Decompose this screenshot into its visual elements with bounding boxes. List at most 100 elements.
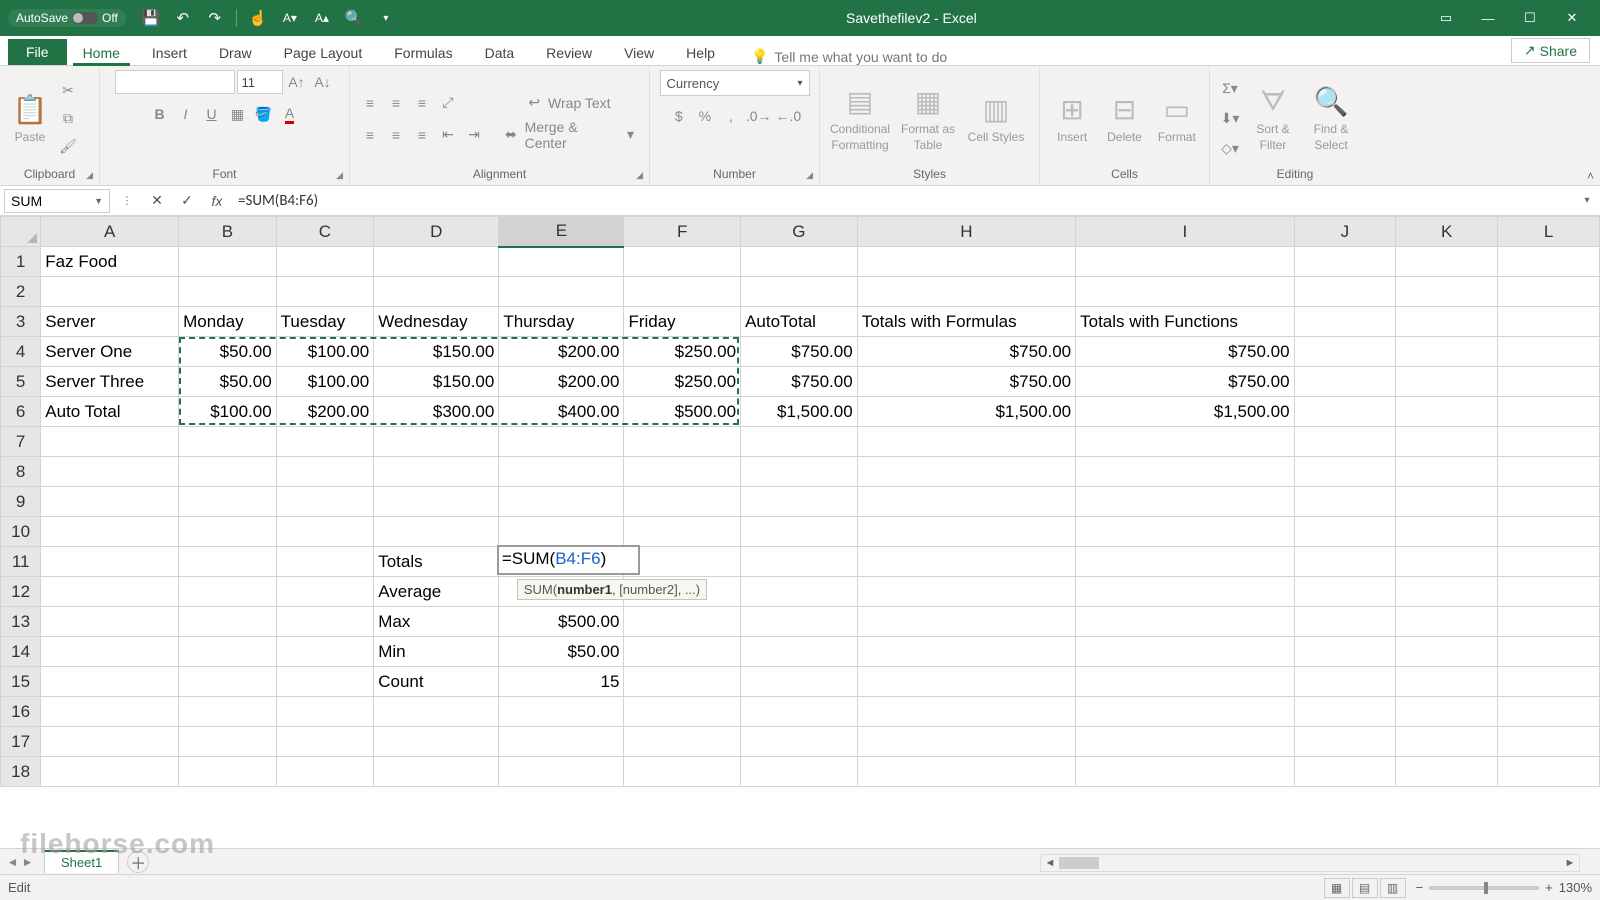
cell-J7[interactable] — [1294, 427, 1396, 457]
cell-H6[interactable]: $1,500.00 — [857, 397, 1075, 427]
cell-K16[interactable] — [1396, 697, 1498, 727]
cell-A6[interactable]: Auto Total — [41, 397, 179, 427]
row-header-12[interactable]: 12 — [1, 577, 41, 607]
column-header-K[interactable]: K — [1396, 217, 1498, 247]
italic-button[interactable]: I — [174, 102, 198, 126]
cell-C17[interactable] — [276, 727, 374, 757]
cell-I14[interactable] — [1076, 637, 1294, 667]
cell-C1[interactable] — [276, 247, 374, 277]
cell-C8[interactable] — [276, 457, 374, 487]
cell-H15[interactable] — [857, 667, 1075, 697]
cell-F2[interactable] — [624, 277, 741, 307]
qat-customize-icon[interactable]: ▾ — [375, 7, 397, 29]
cell-E16[interactable] — [499, 697, 624, 727]
cell-L4[interactable] — [1498, 337, 1600, 367]
cell-F13[interactable] — [624, 607, 741, 637]
clear-icon[interactable]: ◇▾ — [1218, 137, 1242, 161]
cell-E5[interactable]: $200.00 — [499, 367, 624, 397]
cell-H1[interactable] — [857, 247, 1075, 277]
row-header-7[interactable]: 7 — [1, 427, 41, 457]
tab-draw[interactable]: Draw — [203, 40, 268, 65]
cell-B17[interactable] — [179, 727, 277, 757]
cell-I1[interactable] — [1076, 247, 1294, 277]
align-left-icon[interactable]: ≡ — [358, 123, 382, 147]
enter-formula-icon[interactable]: ✓ — [174, 189, 200, 213]
cell-B15[interactable] — [179, 667, 277, 697]
cell-H7[interactable] — [857, 427, 1075, 457]
cell-A11[interactable] — [41, 547, 179, 577]
cell-F10[interactable] — [624, 517, 741, 547]
cell-D7[interactable] — [374, 427, 499, 457]
cell-I8[interactable] — [1076, 457, 1294, 487]
cell-G13[interactable] — [741, 607, 858, 637]
cell-G7[interactable] — [741, 427, 858, 457]
cell-I17[interactable] — [1076, 727, 1294, 757]
cell-L15[interactable] — [1498, 667, 1600, 697]
close-button[interactable]: ✕ — [1552, 4, 1592, 32]
cell-K13[interactable] — [1396, 607, 1498, 637]
cell-C7[interactable] — [276, 427, 374, 457]
delete-cells-button[interactable]: ⊟Delete — [1100, 78, 1148, 160]
cell-D11[interactable]: Totals — [374, 547, 499, 577]
merge-center-button[interactable]: ⬌ Merge & Center ▾ — [498, 123, 641, 147]
cell-D8[interactable] — [374, 457, 499, 487]
cell-L8[interactable] — [1498, 457, 1600, 487]
row-header-9[interactable]: 9 — [1, 487, 41, 517]
cell-A12[interactable] — [41, 577, 179, 607]
cell-L18[interactable] — [1498, 757, 1600, 787]
cell-H11[interactable] — [857, 547, 1075, 577]
cell-J12[interactable] — [1294, 577, 1396, 607]
cell-J16[interactable] — [1294, 697, 1396, 727]
select-all-corner[interactable] — [1, 217, 41, 247]
cell-B16[interactable] — [179, 697, 277, 727]
tab-home[interactable]: Home — [67, 40, 136, 65]
cell-C2[interactable] — [276, 277, 374, 307]
cell-C10[interactable] — [276, 517, 374, 547]
cell-F17[interactable] — [624, 727, 741, 757]
font-decrease-icon[interactable]: A▾ — [279, 7, 301, 29]
cell-G11[interactable] — [741, 547, 858, 577]
cell-J1[interactable] — [1294, 247, 1396, 277]
cell-J5[interactable] — [1294, 367, 1396, 397]
cell-D15[interactable]: Count — [374, 667, 499, 697]
cell-J14[interactable] — [1294, 637, 1396, 667]
cell-C12[interactable] — [276, 577, 374, 607]
cell-H8[interactable] — [857, 457, 1075, 487]
cell-A3[interactable]: Server — [41, 307, 179, 337]
cell-I5[interactable]: $750.00 — [1076, 367, 1294, 397]
column-header-C[interactable]: C — [276, 217, 374, 247]
cell-F6[interactable]: $500.00 — [624, 397, 741, 427]
cell-B7[interactable] — [179, 427, 277, 457]
cell-J3[interactable] — [1294, 307, 1396, 337]
search-icon[interactable]: 🔍 — [343, 7, 365, 29]
cell-A9[interactable] — [41, 487, 179, 517]
cell-J2[interactable] — [1294, 277, 1396, 307]
cell-L3[interactable] — [1498, 307, 1600, 337]
cell-B4[interactable]: $50.00 — [179, 337, 277, 367]
cell-C16[interactable] — [276, 697, 374, 727]
orientation-icon[interactable]: ⤢ — [436, 91, 460, 115]
cell-C6[interactable]: $200.00 — [276, 397, 374, 427]
cell-K7[interactable] — [1396, 427, 1498, 457]
cell-L16[interactable] — [1498, 697, 1600, 727]
row-header-3[interactable]: 3 — [1, 307, 41, 337]
page-layout-view-icon[interactable]: ▤ — [1352, 878, 1378, 898]
font-launcher-icon[interactable]: ◢ — [336, 170, 343, 181]
zoom-in-icon[interactable]: + — [1545, 880, 1553, 895]
cell-C5[interactable]: $100.00 — [276, 367, 374, 397]
cell-I9[interactable] — [1076, 487, 1294, 517]
cell-G6[interactable]: $1,500.00 — [741, 397, 858, 427]
cell-K12[interactable] — [1396, 577, 1498, 607]
cell-H2[interactable] — [857, 277, 1075, 307]
cell-G17[interactable] — [741, 727, 858, 757]
page-break-view-icon[interactable]: ▥ — [1380, 878, 1406, 898]
cell-K17[interactable] — [1396, 727, 1498, 757]
cell-I7[interactable] — [1076, 427, 1294, 457]
autosave-toggle[interactable]: AutoSave Off — [8, 9, 126, 27]
cell-D17[interactable] — [374, 727, 499, 757]
cell-J10[interactable] — [1294, 517, 1396, 547]
share-button[interactable]: ↗ Share — [1511, 38, 1590, 63]
format-as-table-button[interactable]: ▦Format as Table — [896, 78, 960, 160]
cell-H16[interactable] — [857, 697, 1075, 727]
cell-J13[interactable] — [1294, 607, 1396, 637]
